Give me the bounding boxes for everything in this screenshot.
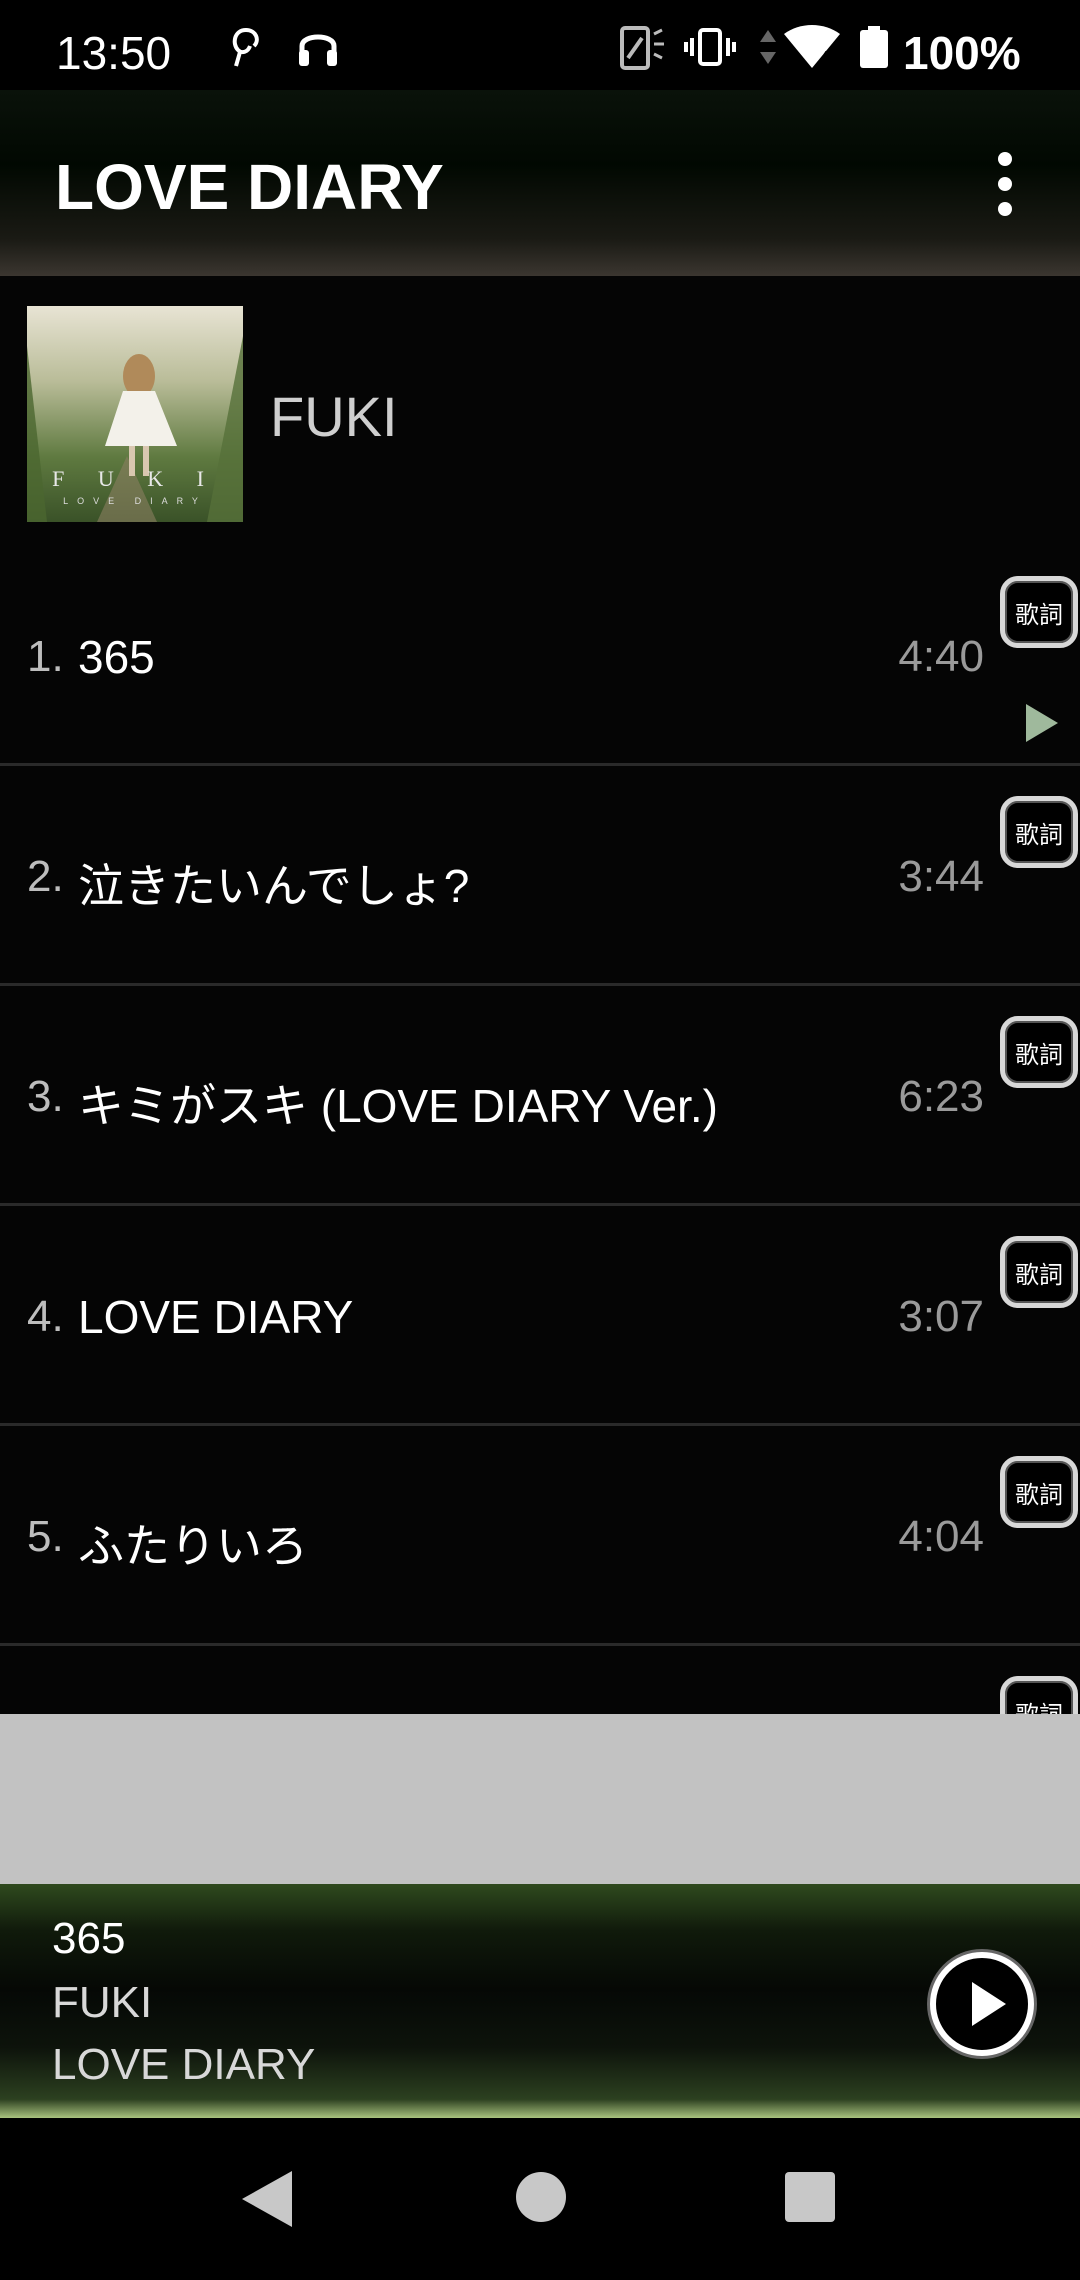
play-circle-icon[interactable] xyxy=(930,1952,1034,2056)
track-list[interactable]: 1. 365 4:40 歌詞 2. 泣きたいんでしょ? 3:44 歌詞 3. キ… xyxy=(0,546,1080,1714)
home-icon[interactable] xyxy=(516,2172,566,2222)
track-title: LOVE DIARY xyxy=(78,1291,354,1343)
track-row[interactable]: 3. キミがスキ (LOVE DIARY Ver.) 6:23 歌詞 xyxy=(0,986,1080,1206)
page-title: LOVE DIARY xyxy=(55,151,444,223)
wifi-icon: 4 xyxy=(784,25,840,68)
track-number: 1. xyxy=(27,632,64,681)
album-artist: FUKI xyxy=(270,385,398,448)
screen-rotate-icon xyxy=(620,26,664,70)
track-row[interactable]: 2. 泣きたいんでしょ? 3:44 歌詞 xyxy=(0,766,1080,986)
track-number: 4. xyxy=(27,1292,64,1341)
svg-text:4: 4 xyxy=(820,48,830,68)
status-time: 13:50 xyxy=(56,27,172,79)
track-row[interactable]: 歌詞 xyxy=(0,1646,1080,1714)
battery-icon xyxy=(860,26,888,68)
track-duration: 4:40 xyxy=(898,632,984,681)
track-title: ふたりいろ xyxy=(78,1520,308,1572)
album-header: F U K I LOVE DIARY FUKI xyxy=(0,276,1080,546)
album-art-subtitle: LOVE DIARY xyxy=(63,496,207,506)
track-number: 5. xyxy=(27,1512,64,1561)
track-duration: 6:23 xyxy=(898,1072,984,1121)
mini-player-album: LOVE DIARY xyxy=(52,2040,316,2089)
track-row[interactable]: 1. 365 4:40 歌詞 xyxy=(0,546,1080,766)
lyrics-button[interactable]: 歌詞 xyxy=(1000,1676,1078,1714)
track-title: 365 xyxy=(78,631,155,683)
mini-player-artist: FUKI xyxy=(52,1978,153,2027)
track-duration: 4:04 xyxy=(898,1512,984,1561)
ad-banner-area xyxy=(0,1714,1080,1884)
recents-icon[interactable] xyxy=(785,2172,835,2222)
back-icon[interactable] xyxy=(242,2171,292,2227)
track-row[interactable]: 5. ふたりいろ 4:04 歌詞 xyxy=(0,1426,1080,1646)
mini-player[interactable]: 365 FUKI LOVE DIARY xyxy=(0,1884,1080,2118)
lyrics-button[interactable]: 歌詞 xyxy=(1000,1016,1078,1088)
track-row[interactable]: 4. LOVE DIARY 3:07 歌詞 xyxy=(0,1206,1080,1426)
lyrics-button[interactable]: 歌詞 xyxy=(1000,1456,1078,1528)
lyrics-button[interactable]: 歌詞 xyxy=(1000,796,1078,868)
now-playing-icon xyxy=(1026,704,1058,742)
track-duration: 3:44 xyxy=(898,852,984,901)
more-vert-icon[interactable] xyxy=(985,152,1025,216)
lyrics-button[interactable]: 歌詞 xyxy=(1000,576,1078,648)
app-toolbar: LOVE DIARY xyxy=(0,90,1080,276)
battery-percentage: 100% xyxy=(903,27,1021,79)
headphones-icon xyxy=(299,34,337,66)
album-art[interactable]: F U K I LOVE DIARY xyxy=(27,306,243,522)
track-number: 2. xyxy=(27,852,64,901)
system-nav-bar xyxy=(0,2118,1080,2280)
vibrate-icon xyxy=(684,28,736,66)
album-art-title: F U K I xyxy=(52,466,218,491)
data-arrows-icon xyxy=(760,30,776,64)
track-title: キミがスキ (LOVE DIARY Ver.) xyxy=(78,1080,718,1132)
track-duration: 3:07 xyxy=(898,1292,984,1341)
mini-player-title: 365 xyxy=(52,1914,126,1963)
status-bar: 13:50 4 100% xyxy=(0,0,1080,90)
lyrics-button[interactable]: 歌詞 xyxy=(1000,1236,1078,1308)
track-title: 泣きたいんでしょ? xyxy=(78,860,470,912)
track-number: 3. xyxy=(27,1072,64,1121)
app-notification-icon xyxy=(232,28,259,67)
